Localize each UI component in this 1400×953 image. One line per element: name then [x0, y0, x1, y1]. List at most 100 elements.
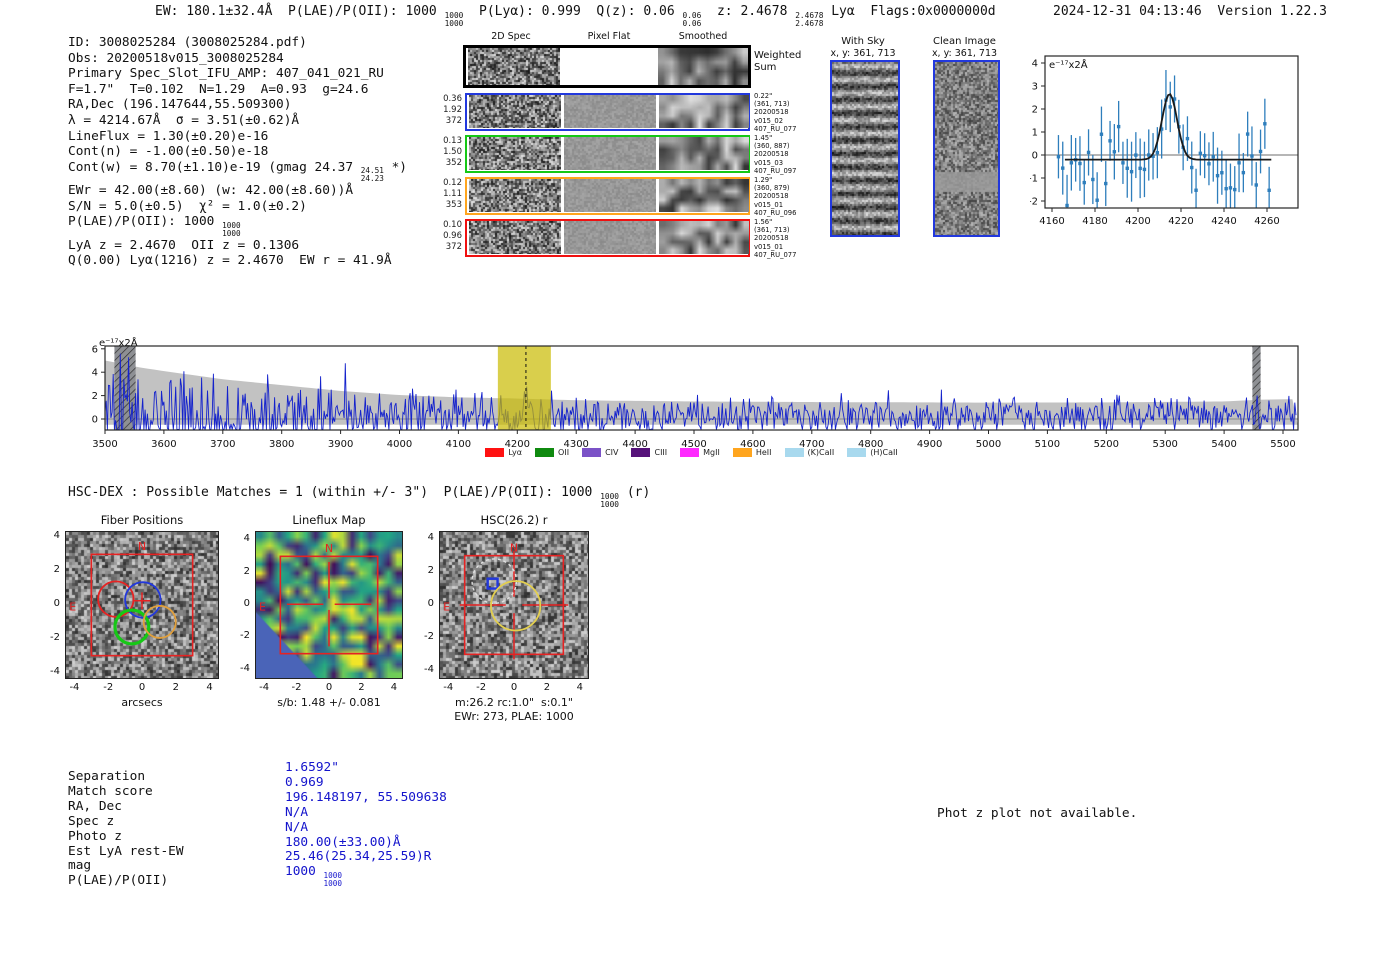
- svg-text:-2: -2: [1030, 197, 1038, 208]
- spec2d-image: [469, 95, 561, 128]
- cutout-xtick: 4: [576, 682, 583, 693]
- photz-note: Phot z plot not available.: [937, 806, 1138, 821]
- sky-panel-image: [933, 60, 1000, 237]
- fiber-row: [465, 135, 750, 173]
- legend-item: (K)CaII: [784, 448, 834, 457]
- cutout-xtick: -4: [443, 682, 454, 693]
- legend-label: CIV: [605, 448, 619, 457]
- fiber-row: [465, 93, 750, 131]
- fiber-row-weights: 0.36 1.92 372: [443, 94, 462, 126]
- svg-text:E: E: [69, 601, 76, 614]
- svg-text:6: 6: [92, 344, 98, 355]
- svg-text:2: 2: [1032, 105, 1038, 116]
- cutout-ytick: 0: [53, 598, 60, 609]
- cutout-overlay: NE: [443, 541, 569, 660]
- cutout-ytick: -2: [424, 630, 434, 642]
- legend-swatch: [784, 448, 804, 457]
- svg-text:4240: 4240: [1211, 216, 1236, 227]
- cutout-ytick: -2: [50, 631, 60, 643]
- svg-text:E: E: [259, 601, 266, 614]
- legend-item: CIII: [631, 448, 667, 457]
- cutout-xtick: -2: [476, 682, 487, 693]
- match-row-label: Match score: [68, 783, 153, 799]
- stacked-fraction: 0.06 0.06: [682, 10, 702, 28]
- legend-label: CIII: [654, 448, 668, 457]
- svg-text:0: 0: [92, 415, 98, 426]
- cutout-overlay: NE: [69, 540, 194, 657]
- fiber-row-meta: 1.29" (360, 879) 20200518 v015_01 407_RU…: [754, 176, 797, 217]
- svg-text:4180: 4180: [1082, 216, 1107, 227]
- cutout-ytick: -4: [50, 665, 60, 677]
- svg-text:N: N: [325, 542, 333, 555]
- spec2d-image: [469, 221, 561, 254]
- inset-spectrum-svg: 4160 4180 4200 4220 4240 4260 4 3 2 1 0 -1 -2 e⁻¹⁷x2Å: [1028, 55, 1299, 227]
- svg-text:4220: 4220: [1168, 216, 1193, 227]
- cutout-ytick: 2: [243, 565, 250, 577]
- svg-text:1: 1: [1032, 128, 1038, 139]
- cutout-xtick: 4: [390, 682, 398, 693]
- emission-line-inset-plot: 4160 4180 4200 4220 4240 4260 4 3 2 1 0 -1 -2 e⁻¹⁷x2Å: [1028, 50, 1310, 235]
- info-line: Cont(n) = -1.00(±0.50)e-18: [68, 144, 269, 160]
- spec2d-image: [469, 179, 561, 212]
- cutout-xtick: -2: [291, 682, 302, 693]
- cutout-ytick: -2: [240, 630, 250, 642]
- svg-text:3: 3: [1032, 82, 1038, 93]
- match-table-values: 1.6592" 0.969 196.148197, 55.509638 N/A N/A 1…: [285, 760, 447, 888]
- info-line: Primary Spec_Slot_IFU_AMP: 407_041_021_R…: [68, 66, 384, 82]
- cutout-ytick: 4: [53, 530, 60, 542]
- smoothed-image: [659, 137, 749, 170]
- match-row-value: N/A: [285, 819, 309, 835]
- match-row-value: 1000 1000 1000: [285, 864, 343, 888]
- fiber-row-meta: 0.22" (361, 713) 20200518 v015_02 407_RU…: [754, 92, 797, 133]
- report-timestamp: 2024-12-31 04:13:46: [1053, 4, 1202, 19]
- header-datetime: 2024-12-31 04:13:46 Version 1.22.3: [1053, 4, 1327, 19]
- weighted-sum-label: Weighted Sum: [754, 50, 802, 73]
- info-line: LyA z = 2.4670 OII z = 0.1306: [68, 237, 300, 253]
- stacked-fraction: 1000 1000: [222, 220, 241, 238]
- match-row-label: P(LAE)/P(OII): [68, 873, 169, 889]
- legend-label: HeII: [755, 448, 772, 457]
- cutout-ytick: 2: [427, 565, 434, 577]
- cutout-xtick: 0: [138, 682, 146, 693]
- svg-text:E: E: [443, 601, 450, 614]
- cutout-xtick: -4: [69, 682, 80, 693]
- svg-text:4200: 4200: [1125, 216, 1150, 227]
- cutout-title: Fiber Positions: [100, 513, 184, 527]
- stacked-fraction: 2.4678 2.4678: [795, 10, 824, 28]
- pixel-flat-image: [564, 95, 656, 128]
- report-version: Version 1.22.3: [1217, 4, 1327, 19]
- match-row-label: mag: [68, 858, 92, 874]
- spec2d-image: [469, 137, 561, 170]
- fiber-row-weights: 0.13 1.50 352: [443, 136, 462, 168]
- full-spectrum-svg: 3500 3600 3700 3800 3900 4000 4100 4200 4300 4400…: [92, 344, 1299, 450]
- match-row-label: Est LyA rest-EW: [68, 843, 184, 859]
- legend-label: Lyα: [508, 448, 523, 457]
- spectrum-legend: Lyα OII CIV CIII MgII HeII (K)CaII (H)CaII: [85, 448, 1298, 457]
- cutout-ytick: 4: [427, 532, 434, 544]
- cutout-ytick: -4: [424, 663, 434, 675]
- legend-item: (H)CaII: [847, 448, 898, 457]
- svg-text:e⁻¹⁷x2Å: e⁻¹⁷x2Å: [1049, 58, 1088, 71]
- match-row-value: 1.6592": [285, 760, 339, 775]
- legend-swatch: [582, 448, 602, 457]
- cutout-xtick: 2: [358, 682, 365, 693]
- match-row-value: 0.969: [285, 774, 324, 790]
- pixel-flat-image: [564, 137, 656, 170]
- spectrum-y-axis-label: e⁻¹⁷x2Å: [99, 338, 138, 349]
- header-summary: EW: 180.1±32.4Å P(LAE)/P(OII): 1000 1000…: [155, 4, 996, 28]
- match-row-value: N/A: [285, 804, 309, 820]
- info-line: ID: 3008025284 (3008025284.pdf): [68, 35, 307, 50]
- info-line: λ = 4214.67Å σ = 3.51(±0.62)Å: [68, 112, 300, 128]
- stacked-fraction: 24.51 24.23: [360, 166, 384, 184]
- cutout-ytick: 4: [243, 533, 250, 545]
- svg-text:N: N: [138, 540, 146, 553]
- match-table-labels: Separation Match score RA, Dec Spec z Photo …: [68, 769, 184, 889]
- detection-info-block: ID: 3008025284 (3008025284.pdf) Obs: 2020…: [68, 35, 407, 269]
- svg-text:-1: -1: [1030, 174, 1038, 185]
- stacked-fraction: 1000 1000: [323, 871, 343, 888]
- elixer-detection-report: EW: 180.1±32.4Å P(LAE)/P(OII): 1000 1000…: [0, 0, 1400, 953]
- svg-text:4: 4: [1032, 59, 1038, 70]
- match-row-label: Separation: [68, 769, 146, 784]
- match-row-value: 25.46(25.34,25.59)R: [285, 849, 432, 865]
- cutout-xtick: 4: [206, 682, 213, 693]
